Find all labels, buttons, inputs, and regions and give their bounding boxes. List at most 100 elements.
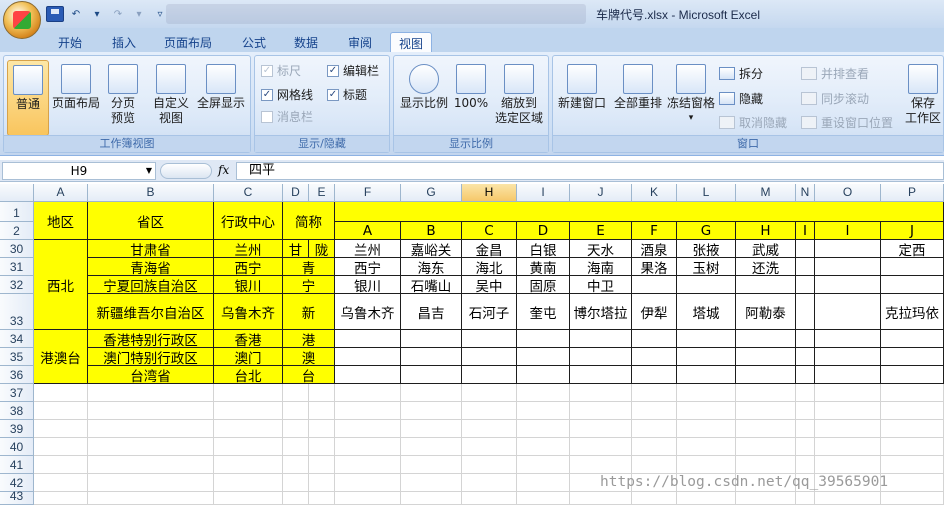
letter-header-g[interactable]: G: [677, 222, 736, 240]
city-cell[interactable]: 乌鲁木齐: [335, 294, 401, 330]
cell-d-39[interactable]: [283, 420, 309, 438]
header-province[interactable]: 省区: [88, 202, 214, 240]
city-cell[interactable]: 奎屯: [517, 294, 570, 330]
city-cell[interactable]: 海南: [570, 258, 632, 276]
province-capital[interactable]: 银川: [214, 276, 283, 294]
cell-g-39[interactable]: [401, 420, 462, 438]
column-header-a[interactable]: A: [34, 184, 88, 202]
cell-p-43[interactable]: [881, 492, 944, 505]
cell-l-37[interactable]: [677, 384, 736, 402]
region-northwest[interactable]: 西北: [34, 240, 88, 330]
city-cell[interactable]: [815, 330, 881, 348]
cell-b-38[interactable]: [88, 402, 214, 420]
city-cell-col-n[interactable]: [796, 258, 815, 276]
select-all-corner[interactable]: [0, 184, 34, 202]
formula-input[interactable]: 四平: [236, 162, 944, 180]
formula-bar-checkbox[interactable]: ✓ 编辑栏: [327, 62, 379, 79]
cell-i-37[interactable]: [517, 384, 570, 402]
city-cell[interactable]: 武威: [736, 240, 796, 258]
city-cell[interactable]: 嘉峪关: [401, 240, 462, 258]
city-cell[interactable]: [677, 348, 736, 366]
cell-h-42[interactable]: [462, 474, 517, 492]
city-cell[interactable]: [677, 276, 736, 294]
cell-b-37[interactable]: [88, 384, 214, 402]
message-bar-checkbox[interactable]: 消息栏: [261, 108, 313, 125]
tab-data[interactable]: 数据: [286, 32, 326, 52]
tab-page-layout[interactable]: 页面布局: [156, 32, 220, 52]
column-header-c[interactable]: C: [214, 184, 283, 202]
cell-j-39[interactable]: [570, 420, 632, 438]
cell-a-39[interactable]: [34, 420, 88, 438]
cell-h-43[interactable]: [462, 492, 517, 505]
cell-g-43[interactable]: [401, 492, 462, 505]
split-button[interactable]: 拆分: [719, 65, 763, 82]
name-box[interactable]: H9 ▼: [2, 162, 156, 180]
cell-n-41[interactable]: [796, 456, 815, 474]
cell-p-42[interactable]: [881, 474, 944, 492]
row-header-40[interactable]: 40: [0, 438, 34, 456]
row-header-32[interactable]: 32: [0, 276, 34, 294]
cell-i-40[interactable]: [517, 438, 570, 456]
city-cell[interactable]: [736, 366, 796, 384]
cell-b-40[interactable]: [88, 438, 214, 456]
cell-k-37[interactable]: [632, 384, 677, 402]
province-name[interactable]: 甘肃省: [88, 240, 214, 258]
city-cell[interactable]: [677, 330, 736, 348]
province-capital[interactable]: 西宁: [214, 258, 283, 276]
city-cell-col-n[interactable]: [796, 294, 815, 330]
city-cell[interactable]: 中卫: [570, 276, 632, 294]
cell-n-38[interactable]: [796, 402, 815, 420]
column-header-l[interactable]: L: [677, 184, 736, 202]
province-abbr[interactable]: 青: [283, 258, 335, 276]
column-header-o[interactable]: O: [815, 184, 881, 202]
region-hmt[interactable]: 港澳台: [34, 330, 88, 384]
cell-b-43[interactable]: [88, 492, 214, 505]
city-cell[interactable]: 石河子: [462, 294, 517, 330]
cell-e-37[interactable]: [309, 384, 335, 402]
city-cell[interactable]: [815, 366, 881, 384]
cell-j-38[interactable]: [570, 402, 632, 420]
province-capital[interactable]: 香港: [214, 330, 283, 348]
cell-d-40[interactable]: [283, 438, 309, 456]
cell-m-38[interactable]: [736, 402, 796, 420]
cell-h-40[interactable]: [462, 438, 517, 456]
insert-function-icon[interactable]: fx: [218, 163, 229, 177]
cell-n-43[interactable]: [796, 492, 815, 505]
zoom-to-selection-button[interactable]: 缩放到 选定区域: [492, 60, 546, 126]
letter-header-a[interactable]: A: [335, 222, 401, 240]
province-name[interactable]: 澳门特别行政区: [88, 348, 214, 366]
column-header-h[interactable]: H: [462, 184, 517, 202]
cell-l-40[interactable]: [677, 438, 736, 456]
cell-e-42[interactable]: [309, 474, 335, 492]
city-cell[interactable]: 塔城: [677, 294, 736, 330]
cell-o-43[interactable]: [815, 492, 881, 505]
new-window-button[interactable]: 新建窗口: [555, 60, 609, 111]
cell-f-38[interactable]: [335, 402, 401, 420]
tab-formulas[interactable]: 公式: [234, 32, 274, 52]
header-merged-row1[interactable]: [335, 202, 944, 222]
row-header-30[interactable]: 30: [0, 240, 34, 258]
province-abbr[interactable]: 港: [283, 330, 335, 348]
cell-b-42[interactable]: [88, 474, 214, 492]
cell-i-43[interactable]: [517, 492, 570, 505]
cell-d-38[interactable]: [283, 402, 309, 420]
cell-f-42[interactable]: [335, 474, 401, 492]
hide-button[interactable]: 隐藏: [719, 90, 763, 107]
ruler-checkbox[interactable]: ✓ 标尺: [261, 62, 301, 79]
page-break-preview-button[interactable]: 分页 预览: [104, 60, 142, 126]
cell-o-39[interactable]: [815, 420, 881, 438]
cell-b-39[interactable]: [88, 420, 214, 438]
letter-header-b[interactable]: B: [401, 222, 462, 240]
headings-checkbox[interactable]: ✓ 标题: [327, 86, 367, 103]
cell-m-37[interactable]: [736, 384, 796, 402]
city-cell[interactable]: [736, 276, 796, 294]
freeze-panes-button[interactable]: 冻结窗格 ▾: [665, 60, 717, 126]
cell-e-43[interactable]: [309, 492, 335, 505]
province-name[interactable]: 台湾省: [88, 366, 214, 384]
cell-h-38[interactable]: [462, 402, 517, 420]
city-cell-col-n[interactable]: [796, 330, 815, 348]
city-cell[interactable]: [881, 348, 944, 366]
city-cell[interactable]: 伊犁: [632, 294, 677, 330]
city-cell[interactable]: 白银: [517, 240, 570, 258]
row-header-36[interactable]: 36: [0, 366, 34, 384]
